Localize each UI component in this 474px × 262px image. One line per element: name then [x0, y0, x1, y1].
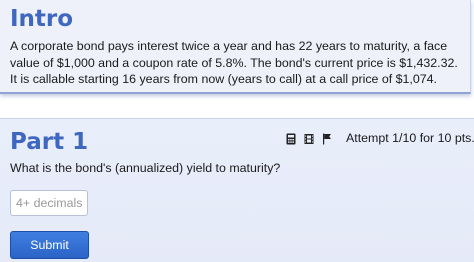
film-icon[interactable]	[304, 132, 314, 144]
part-toolbar: Attempt 1/10 for 10 pts.	[286, 131, 474, 145]
part-title: Part 1	[10, 129, 89, 155]
answer-input[interactable]	[10, 190, 88, 216]
intro-text: A corporate bond pays interest twice a y…	[10, 39, 458, 86]
intro-card: Intro A corporate bond pays interest twi…	[0, 0, 471, 94]
calculator-icon[interactable]	[286, 132, 296, 145]
submit-button[interactable]: Submit	[10, 231, 89, 259]
attempt-counter: Attempt 1/10 for 10 pts.	[346, 131, 474, 145]
question-text: What is the bond's (annualized) yield to…	[10, 161, 281, 175]
part-1-card: Part 1 Attempt 1/10 for 10 pts. What is …	[0, 118, 474, 262]
intro-title: Intro	[10, 6, 74, 32]
flag-icon[interactable]	[322, 132, 332, 145]
